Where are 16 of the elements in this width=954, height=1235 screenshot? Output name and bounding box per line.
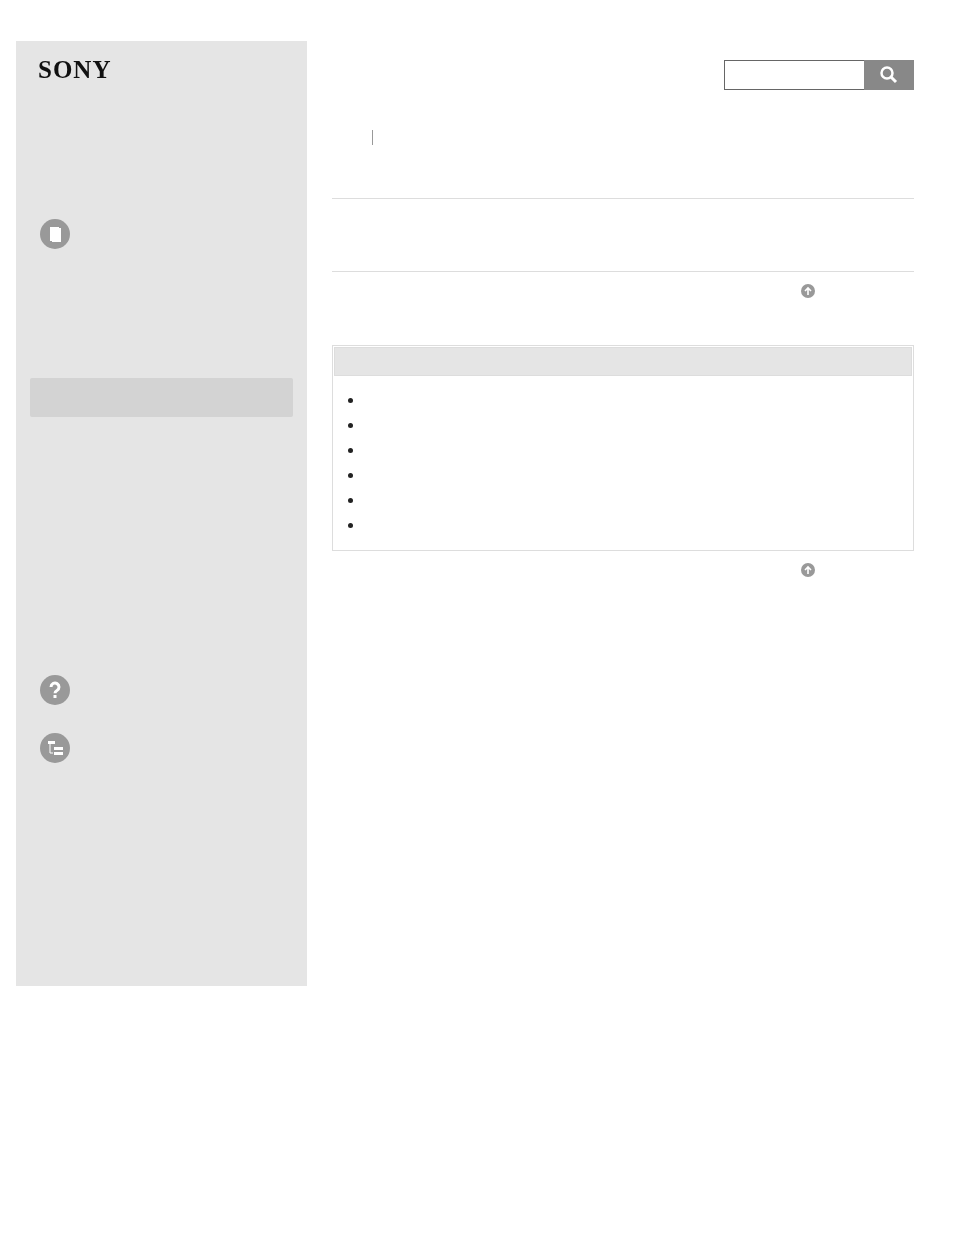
bullet-dot: [348, 523, 353, 528]
bullet-dot: [348, 423, 353, 428]
bullet-dot: [348, 473, 353, 478]
book-icon[interactable]: [40, 219, 70, 249]
back-to-top-icon[interactable]: [801, 284, 815, 298]
search-field[interactable]: [724, 60, 864, 90]
help-icon[interactable]: [40, 675, 70, 705]
search-button[interactable]: [864, 60, 914, 90]
back-to-top-icon[interactable]: [801, 563, 815, 577]
bullet-dot: [348, 398, 353, 403]
sitemap-icon[interactable]: [40, 733, 70, 763]
logo[interactable]: SONY: [38, 56, 112, 84]
bullet-dot: [348, 448, 353, 453]
search-icon: [879, 65, 899, 85]
breadcrumb-separator: [372, 130, 373, 145]
bullet-dot: [348, 498, 353, 503]
